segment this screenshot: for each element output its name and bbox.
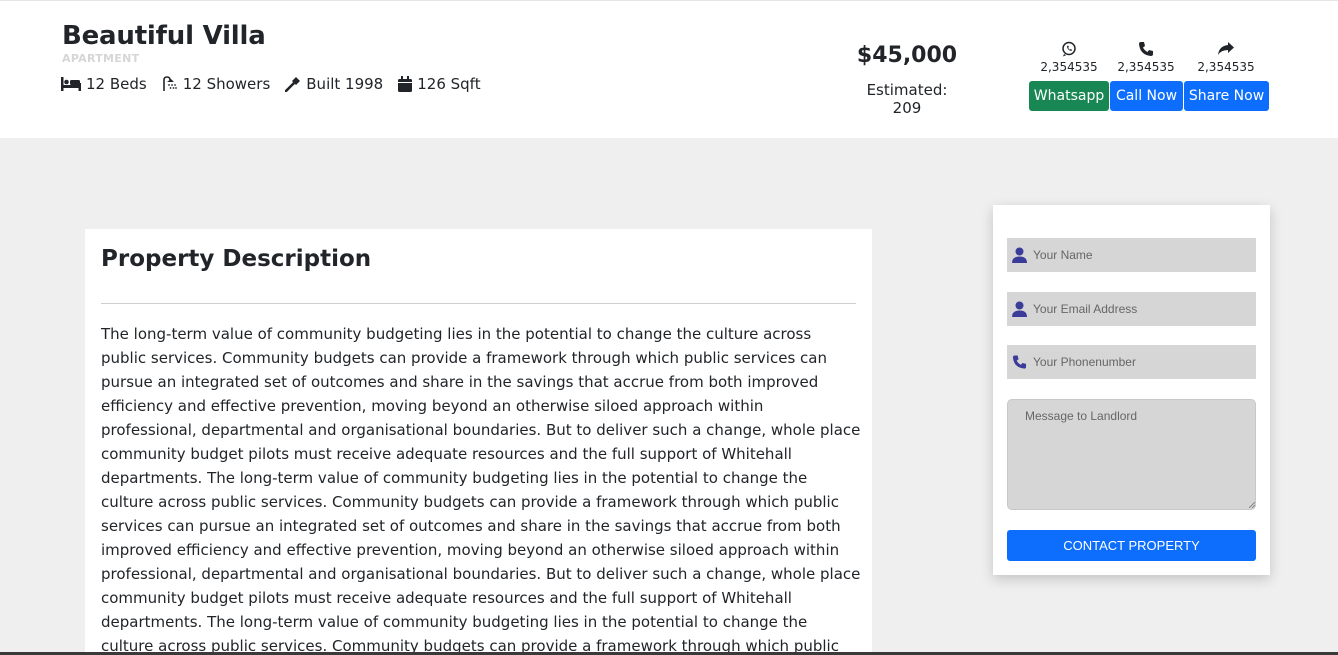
feature-built-label: Built 1998 <box>306 75 384 93</box>
whatsapp-icon <box>1062 41 1076 57</box>
listing-type: APARTMENT <box>62 52 140 65</box>
contact-form: CONTACT PROPERTY <box>993 205 1270 575</box>
description-text: The long-term value of community budgeti… <box>101 325 861 655</box>
user-icon <box>1012 247 1027 263</box>
property-description-card: Property Description The long-term value… <box>85 229 872 655</box>
whatsapp-button[interactable]: Whatsapp <box>1029 81 1109 111</box>
description-title: Property Description <box>101 246 372 272</box>
call-stat: 2,354535 <box>1117 41 1175 74</box>
phone-icon <box>1139 42 1153 56</box>
name-field-wrapper <box>1007 238 1256 272</box>
share-icon <box>1218 42 1234 55</box>
share-stat: 2,354535 <box>1197 41 1255 74</box>
estimated-value: Estimated: 209 <box>866 81 948 117</box>
resize-grip-icon[interactable] <box>1249 502 1255 508</box>
feature-list: 12 Beds 12 Showers Built 1998 126 Sqft <box>61 75 496 93</box>
email-input[interactable] <box>1033 302 1243 316</box>
divider <box>101 303 856 304</box>
feature-showers: 12 Showers <box>162 75 271 93</box>
whatsapp-stat: 2,354535 <box>1040 41 1098 74</box>
share-count: 2,354535 <box>1197 60 1255 74</box>
whatsapp-count: 2,354535 <box>1040 60 1098 74</box>
call-count: 2,354535 <box>1117 60 1175 74</box>
feature-built: Built 1998 <box>285 75 383 93</box>
feature-size: 126 Sqft <box>398 75 481 93</box>
name-input[interactable] <box>1033 248 1243 262</box>
calendar-icon <box>398 76 413 92</box>
listing-title: Beautiful Villa <box>62 21 266 51</box>
message-textarea[interactable] <box>1007 399 1256 510</box>
feature-size-label: 126 Sqft <box>417 75 481 93</box>
call-now-button[interactable]: Call Now <box>1110 81 1183 111</box>
listing-price: $45,000 <box>856 43 958 68</box>
phone-icon <box>1012 355 1027 369</box>
listing-header: Beautiful Villa APARTMENT 12 Beds 12 Sho… <box>0 0 1338 138</box>
bed-icon <box>61 77 81 91</box>
feature-beds-label: 12 Beds <box>86 75 147 93</box>
share-now-button[interactable]: Share Now <box>1184 81 1269 111</box>
feature-showers-label: 12 Showers <box>182 75 271 93</box>
contact-property-button[interactable]: CONTACT PROPERTY <box>1007 530 1256 561</box>
hammer-icon <box>285 77 301 92</box>
phone-input[interactable] <box>1033 355 1243 369</box>
feature-beds: 12 Beds <box>61 75 147 93</box>
shower-icon <box>162 76 177 91</box>
phone-field-wrapper <box>1007 345 1256 379</box>
user-icon <box>1012 301 1027 317</box>
email-field-wrapper <box>1007 292 1256 326</box>
